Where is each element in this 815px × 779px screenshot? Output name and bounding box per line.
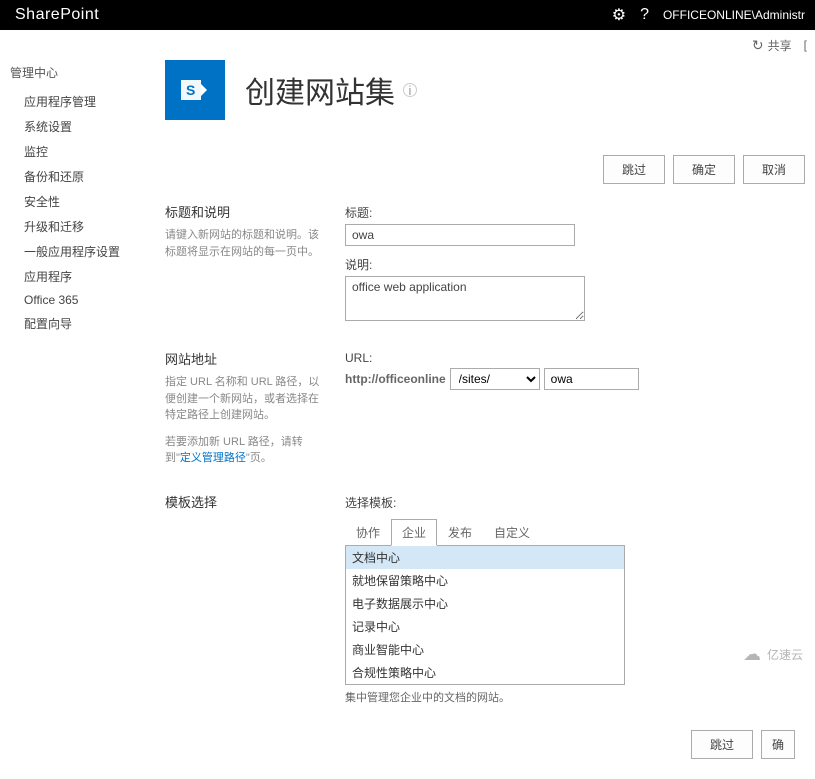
tab-enterprise[interactable]: 企业 <box>391 519 437 546</box>
template-option[interactable]: 合规性策略中心 <box>346 661 624 684</box>
subbar: ↻ 共享 [ <box>0 30 815 60</box>
skip-button[interactable]: 跳过 <box>603 155 665 184</box>
brand-label: SharePoint <box>15 6 99 24</box>
watermark: ☁ 亿速云 <box>743 644 803 665</box>
sidebar-item-upgrade[interactable]: 升级和迁移 <box>10 214 155 239</box>
svg-text:S: S <box>186 82 195 98</box>
gear-icon[interactable]: ⚙ <box>612 5 626 25</box>
template-option[interactable]: 商业智能中心 <box>346 638 624 661</box>
page-title: 创建网站集 i <box>245 68 417 112</box>
sidebar-section-title[interactable]: 管理中心 <box>10 60 155 85</box>
title-desc-text: 请键入新网站的标题和说明。该标题将显示在网站的每一页中。 <box>165 227 325 260</box>
template-option[interactable]: 文档中心 <box>346 546 624 569</box>
url-path-select[interactable]: /sites/ <box>450 368 540 390</box>
sidebar-item-app-mgmt[interactable]: 应用程序管理 <box>10 89 155 114</box>
url-suffix-input[interactable] <box>544 368 639 390</box>
url-heading: 网站地址 <box>165 349 325 368</box>
help-icon[interactable]: ? <box>640 6 649 24</box>
page-header: S 创建网站集 i <box>165 60 805 120</box>
url-label: URL: <box>345 351 805 365</box>
info-icon[interactable]: i <box>403 83 417 97</box>
sidebar: 管理中心 应用程序管理 系统设置 监控 备份和还原 安全性 升级和迁移 一般应用… <box>10 60 155 759</box>
bottom-button-row: 跳过 确 <box>165 730 805 759</box>
ok-button-bottom[interactable]: 确 <box>761 730 795 759</box>
share-label[interactable]: 共享 <box>768 37 792 54</box>
section-title-desc: 标题和说明 请键入新网站的标题和说明。该标题将显示在网站的每一页中。 标题: 说… <box>165 202 805 324</box>
tab-collaboration[interactable]: 协作 <box>345 519 391 546</box>
template-heading: 模板选择 <box>165 492 325 511</box>
sidebar-item-config-wizard[interactable]: 配置向导 <box>10 311 155 336</box>
watermark-text: 亿速云 <box>767 646 803 663</box>
title-label: 标题: <box>345 204 805 221</box>
desc-label: 说明: <box>345 256 805 273</box>
template-select-label: 选择模板: <box>345 494 805 511</box>
sidebar-item-monitoring[interactable]: 监控 <box>10 139 155 164</box>
url-prefix: http://officeonline <box>345 372 446 386</box>
top-button-row: 跳过 确定 取消 <box>165 155 805 184</box>
title-desc-heading: 标题和说明 <box>165 202 325 221</box>
sharepoint-logo-icon: S <box>165 60 225 120</box>
cloud-icon: ☁ <box>743 644 761 665</box>
url-desc2: 若要添加新 URL 路径，请转到"定义管理路径"页。 <box>165 434 325 467</box>
topbar-right: ⚙ ? OFFICEONLINE\Administr <box>612 5 805 25</box>
template-tabs: 协作 企业 发布 自定义 <box>345 519 805 546</box>
section-url: 网站地址 指定 URL 名称和 URL 路径，以便创建一个新网站，或者选择在特定… <box>165 349 805 467</box>
section-template: 模板选择 选择模板: 协作 企业 发布 自定义 文档中心 就地保留策略中心 电子… <box>165 492 805 705</box>
skip-button-bottom[interactable]: 跳过 <box>691 730 753 759</box>
focus-icon[interactable]: [ <box>804 38 807 52</box>
share-icon[interactable]: ↻ <box>752 37 764 54</box>
template-option[interactable]: 企业搜索中心 <box>346 684 624 685</box>
url-desc1: 指定 URL 名称和 URL 路径，以便创建一个新网站，或者选择在特定路径上创建… <box>165 374 325 424</box>
sidebar-item-security[interactable]: 安全性 <box>10 189 155 214</box>
cancel-button[interactable]: 取消 <box>743 155 805 184</box>
content: S 创建网站集 i 跳过 确定 取消 标题和说明 请键入新网站的标题和说明。该标… <box>155 60 805 759</box>
title-input[interactable] <box>345 224 575 246</box>
sidebar-item-general[interactable]: 一般应用程序设置 <box>10 239 155 264</box>
ok-button[interactable]: 确定 <box>673 155 735 184</box>
tab-publishing[interactable]: 发布 <box>437 519 483 546</box>
template-listbox[interactable]: 文档中心 就地保留策略中心 电子数据展示中心 记录中心 商业智能中心 合规性策略… <box>345 545 625 685</box>
sidebar-item-apps[interactable]: 应用程序 <box>10 264 155 289</box>
tab-custom[interactable]: 自定义 <box>483 519 541 546</box>
template-description: 集中管理您企业中的文档的网站。 <box>345 689 805 705</box>
sidebar-item-sys-settings[interactable]: 系统设置 <box>10 114 155 139</box>
template-option[interactable]: 就地保留策略中心 <box>346 569 624 592</box>
page-title-text: 创建网站集 <box>245 68 395 112</box>
desc-textarea[interactable] <box>345 276 585 321</box>
template-option[interactable]: 电子数据展示中心 <box>346 592 624 615</box>
topbar: SharePoint ⚙ ? OFFICEONLINE\Administr <box>0 0 815 30</box>
define-paths-link[interactable]: 定义管理路径 <box>180 452 246 464</box>
sidebar-item-backup[interactable]: 备份和还原 <box>10 164 155 189</box>
template-option[interactable]: 记录中心 <box>346 615 624 638</box>
sidebar-item-o365[interactable]: Office 365 <box>10 289 155 311</box>
user-label[interactable]: OFFICEONLINE\Administr <box>663 8 805 22</box>
